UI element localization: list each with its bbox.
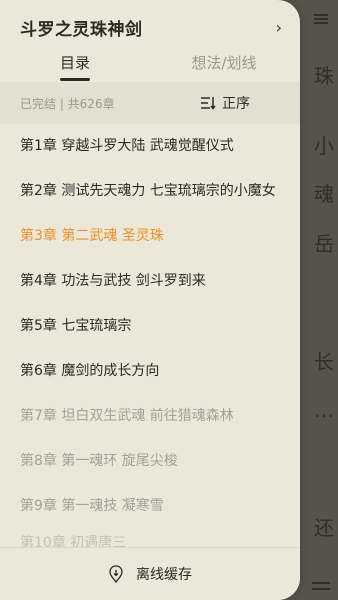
chevron-right-icon: ›	[275, 17, 282, 37]
download-cloud-icon	[109, 565, 123, 583]
catalog-drawer: 斗罗之灵珠神剑 › 目录 想法/划线 已完结 | 共626章 正序 第1章 穿越…	[0, 0, 300, 600]
chapter-item[interactable]: 第8章 第一魂环 旋尾尖梭	[0, 437, 300, 482]
chapter-item-current[interactable]: 第3章 第二武魂 圣灵珠	[0, 212, 300, 257]
drawer-tabs: 目录 想法/划线	[0, 48, 300, 82]
menu-icon[interactable]	[314, 14, 328, 24]
reader-text-fragment: 小	[314, 134, 334, 158]
chapter-item[interactable]: 第9章 第一魂技 凝寒雪	[0, 482, 300, 527]
chapter-list: 第1章 穿越斗罗大陆 武魂觉醒仪式 第2章 测试先天魂力 七宝琉璃宗的小魔女 第…	[0, 122, 300, 557]
chapter-item[interactable]: 第6章 魔剑的成长方向	[0, 347, 300, 392]
book-title: 斗罗之灵珠神剑	[20, 19, 143, 40]
reader-text-fragment: 岳	[314, 232, 334, 256]
chapter-item[interactable]: 第4章 功法与武技 剑斗罗到来	[0, 257, 300, 302]
sort-order-button[interactable]: 正序	[200, 93, 250, 113]
active-tab-indicator	[60, 78, 90, 81]
chapter-item[interactable]: 第1章 穿越斗罗大陆 武魂觉醒仪式	[0, 122, 300, 167]
reader-text-fragment: …	[314, 398, 334, 422]
reader-text-fragment: 还	[314, 516, 334, 540]
offline-cache-button[interactable]: 离线缓存	[108, 564, 192, 584]
sort-icon	[201, 97, 216, 110]
chapter-item[interactable]: 第7章 坦白双生武魂 前往猎魂森林	[0, 392, 300, 437]
reader-bottom-icon[interactable]	[312, 582, 330, 590]
reader-text-fragment: 珠	[314, 64, 334, 88]
chapter-item[interactable]: 第5章 七宝琉璃宗	[0, 302, 300, 347]
chapter-item[interactable]: 第2章 测试先天魂力 七宝琉璃宗的小魔女	[0, 167, 300, 212]
bottom-bar: 离线缓存	[0, 547, 300, 600]
catalog-info-row: 已完结 | 共626章 正序	[0, 82, 300, 124]
tab-catalog[interactable]: 目录	[40, 52, 110, 73]
sort-label: 正序	[222, 96, 250, 112]
reader-text-fragment: 魂	[314, 182, 334, 206]
book-status-text: 已完结 | 共626章	[20, 96, 115, 111]
tab-notes[interactable]: 想法/划线	[178, 52, 270, 73]
offline-cache-label: 离线缓存	[136, 567, 192, 583]
reader-text-fragment: 长	[314, 350, 334, 374]
book-title-row[interactable]: 斗罗之灵珠神剑 ›	[20, 14, 282, 40]
